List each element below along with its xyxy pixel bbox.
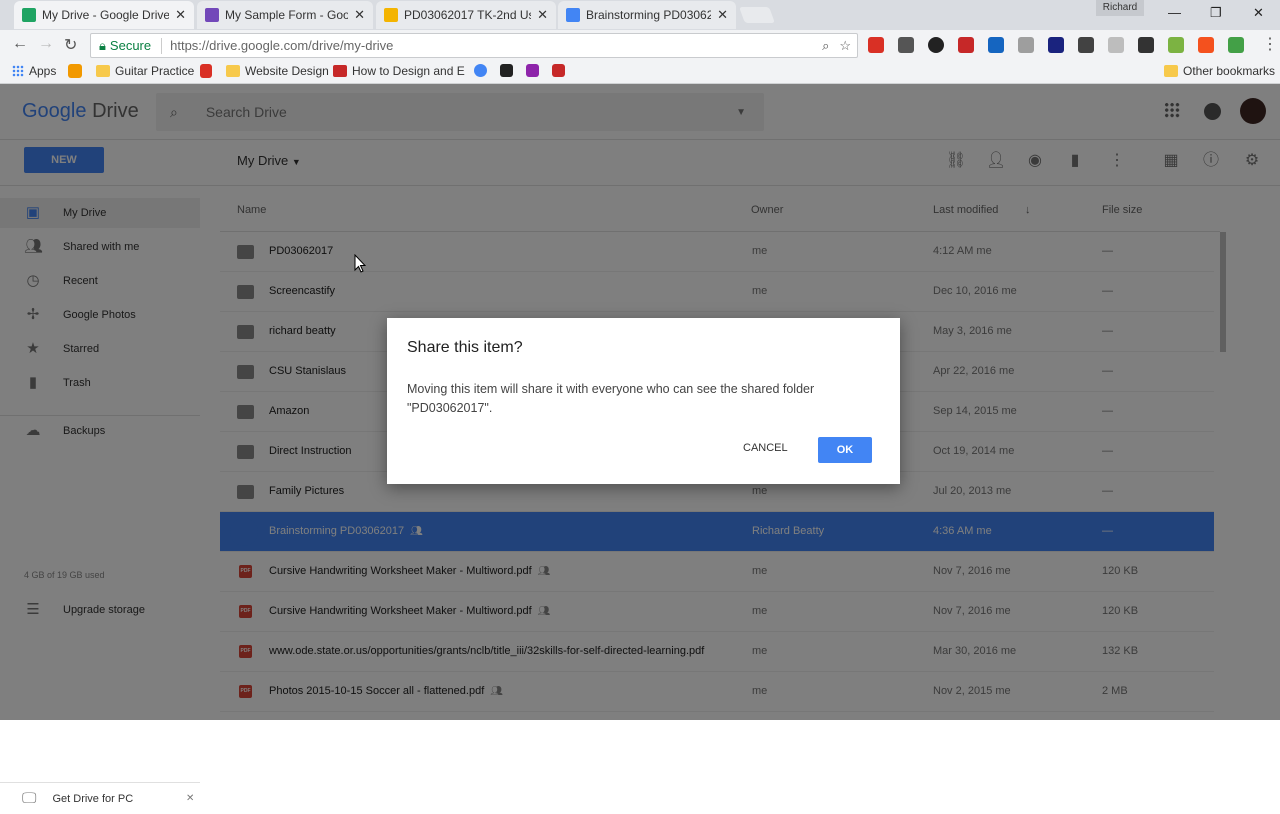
extension-icon[interactable] — [958, 37, 974, 53]
extension-icon[interactable] — [898, 37, 914, 53]
address-bar-row: ← → ↻ 🔒︎ Secure https://drive.google.com… — [0, 30, 1280, 60]
close-icon[interactable]: ✕ — [175, 7, 186, 23]
bookmark-label: Other bookmarks — [1183, 64, 1276, 78]
folder-icon — [226, 65, 240, 77]
bookmark-other[interactable]: Other bookmarks — [1164, 64, 1275, 78]
bookmark-apps[interactable]: Apps — [12, 64, 56, 78]
bookmark-label: Apps — [29, 64, 57, 78]
tab-brainstorming[interactable]: Brainstorming PD030620 ✕ — [558, 1, 736, 29]
drive-favicon-icon — [22, 8, 36, 22]
lock-icon: 🔒︎ — [99, 37, 106, 53]
tab-title: Brainstorming PD030620 — [586, 8, 712, 22]
bookmark-label: How to Design and E — [352, 64, 465, 78]
mouse-cursor-icon — [354, 254, 366, 273]
get-drive-banner[interactable]: 🖵︎ Get Drive for PC ✕ — [0, 782, 200, 814]
zoom-icon[interactable]: ⌕ — [822, 38, 829, 54]
reload-icon[interactable]: ↻ — [64, 35, 77, 55]
extension-icon[interactable] — [928, 37, 944, 53]
extension-icon[interactable] — [1198, 37, 1214, 53]
adblock-icon[interactable] — [868, 37, 884, 53]
divider — [161, 37, 163, 54]
get-drive-label: Get Drive for PC — [52, 792, 134, 805]
close-icon[interactable]: ✕ — [354, 7, 365, 23]
close-icon[interactable]: ✕ — [537, 7, 548, 23]
computer-icon: 🖵︎ — [22, 790, 37, 807]
tab-sample-form[interactable]: My Sample Form - Goog ✕ — [197, 1, 373, 29]
extension-icon[interactable] — [1168, 37, 1184, 53]
back-icon[interactable]: ← — [12, 35, 28, 53]
shield-bookmark-icon[interactable] — [200, 64, 212, 78]
bookmark-label: Guitar Practice — [115, 64, 195, 78]
close-icon[interactable]: ✕ — [717, 7, 728, 23]
extension-icon[interactable] — [1228, 37, 1244, 53]
secure-label: Secure — [109, 38, 152, 53]
new-tab-button[interactable] — [739, 7, 775, 23]
tab-my-drive[interactable]: My Drive - Google Drive ✕ — [14, 1, 194, 29]
slides-favicon-icon — [384, 8, 398, 22]
extension-icon[interactable] — [1018, 37, 1034, 53]
extension-icon[interactable] — [1138, 37, 1154, 53]
extension-icon[interactable] — [988, 37, 1004, 53]
tool-bookmark-icon[interactable] — [500, 64, 513, 77]
forms-favicon-icon — [205, 8, 219, 22]
url-path: /drive/my-drive — [308, 38, 394, 53]
tab-title: My Drive - Google Drive — [42, 8, 170, 22]
close-icon[interactable]: ✕ — [186, 793, 194, 804]
star-bookmark-icon[interactable]: ☆ — [839, 38, 851, 54]
bookmark-label: Website Design — [245, 64, 329, 78]
google-bookmark-icon[interactable] — [474, 64, 487, 77]
folder-icon — [96, 65, 110, 77]
tab-slides[interactable]: PD03062017 TK-2nd Usi ✕ — [376, 1, 556, 29]
share-dialog: Share this item? Moving this item will s… — [387, 318, 900, 484]
cancel-button[interactable]: CANCEL — [743, 442, 788, 454]
restore-icon[interactable]: ❐ — [1210, 5, 1222, 21]
tab-title: PD03062017 TK-2nd Usi — [404, 8, 532, 22]
dialog-message: Moving this item will share it with ever… — [407, 382, 815, 415]
grid-bookmark-icon[interactable] — [526, 64, 539, 77]
extension-icon[interactable] — [1048, 37, 1064, 53]
ok-button[interactable]: OK — [818, 437, 872, 463]
minimize-icon[interactable]: — — [1168, 5, 1181, 20]
docs-favicon-icon — [566, 8, 580, 22]
tab-title: My Sample Form - Goog — [225, 8, 349, 22]
profile-badge[interactable]: Richard — [1096, 0, 1144, 16]
browser-tab-strip: My Drive - Google Drive ✕ My Sample Form… — [0, 0, 1280, 30]
dialog-title: Share this item? — [407, 339, 523, 356]
amazon-bookmark-icon[interactable] — [68, 64, 82, 78]
m-bookmark-icon — [333, 65, 347, 77]
bookmarks-bar: Apps Guitar Practice Website Design How … — [0, 60, 1280, 84]
menu-icon[interactable]: ⋮ — [1262, 34, 1278, 54]
forward-icon[interactable]: → — [38, 35, 54, 53]
bookmark-website-design[interactable]: Website Design — [226, 64, 329, 78]
url-text: https://drive.google.com/drive/my-drive — [170, 38, 393, 53]
apps-grid-icon — [12, 65, 24, 77]
extension-icon[interactable] — [1078, 37, 1094, 53]
url-input[interactable]: 🔒︎ Secure https://drive.google.com/drive… — [90, 33, 858, 58]
extension-icon[interactable] — [1108, 37, 1124, 53]
window-close-icon[interactable]: ✕ — [1253, 5, 1264, 21]
bookmark-how-to-design[interactable]: How to Design and E — [333, 64, 465, 78]
url-host: https://drive.google.com — [170, 38, 309, 53]
bookmark-guitar-practice[interactable]: Guitar Practice — [96, 64, 194, 78]
folder-icon — [1164, 65, 1178, 77]
m-bookmark-icon[interactable] — [552, 64, 565, 77]
